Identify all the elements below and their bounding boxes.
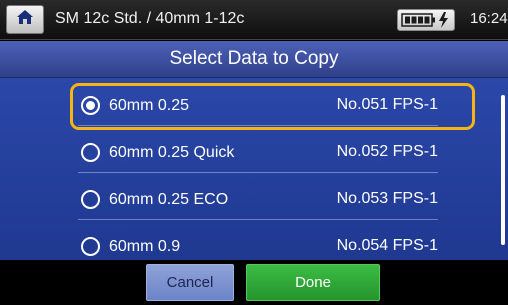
list-item-name: 60mm 0.25 ECO [109, 191, 229, 208]
button-bar: Cancel Done [0, 260, 508, 305]
divider [78, 172, 438, 173]
list-item[interactable]: 60mm 0.25 No.051 FPS-1 [78, 86, 438, 126]
list-item[interactable]: 60mm 0.25 ECO No.053 FPS-1 [78, 180, 438, 220]
clock: 16:24 [470, 10, 508, 27]
radio-unselected-icon[interactable] [81, 237, 100, 256]
list-item-name: 60mm 0.25 Quick [109, 144, 235, 161]
home-button[interactable] [6, 5, 44, 34]
status-bar: SM 12c Std. / 40mm 1-12c 16:24 [0, 0, 508, 40]
list-item-number: No.053 FPS-1 [336, 190, 438, 207]
page-title-bar: Select Data to Copy [0, 41, 508, 78]
profile-title: SM 12c Std. / 40mm 1-12c [55, 10, 245, 27]
done-button[interactable]: Done [246, 264, 380, 301]
divider [78, 219, 438, 220]
radio-selected-icon[interactable] [81, 96, 100, 115]
list-item-number: No.051 FPS-1 [336, 96, 438, 113]
list-item-name: 60mm 0.25 [109, 97, 190, 114]
radio-unselected-icon[interactable] [81, 190, 100, 209]
divider [78, 125, 438, 126]
list-item[interactable]: 60mm 0.9 No.054 FPS-1 [78, 227, 438, 260]
battery-indicator [397, 9, 455, 31]
list-item[interactable]: 60mm 0.25 Quick No.052 FPS-1 [78, 133, 438, 173]
scrollbar[interactable] [501, 95, 505, 245]
data-list: 60mm 0.25 No.051 FPS-1 60mm 0.25 Quick N… [0, 78, 508, 260]
page-title: Select Data to Copy [169, 48, 339, 69]
radio-unselected-icon[interactable] [81, 143, 100, 162]
home-icon [16, 9, 34, 30]
battery-charging-icon [398, 12, 454, 34]
list-item-number: No.052 FPS-1 [336, 143, 438, 160]
list-item-number: No.054 FPS-1 [336, 237, 438, 254]
list-item-name: 60mm 0.9 [109, 238, 181, 255]
cancel-button[interactable]: Cancel [146, 264, 234, 301]
